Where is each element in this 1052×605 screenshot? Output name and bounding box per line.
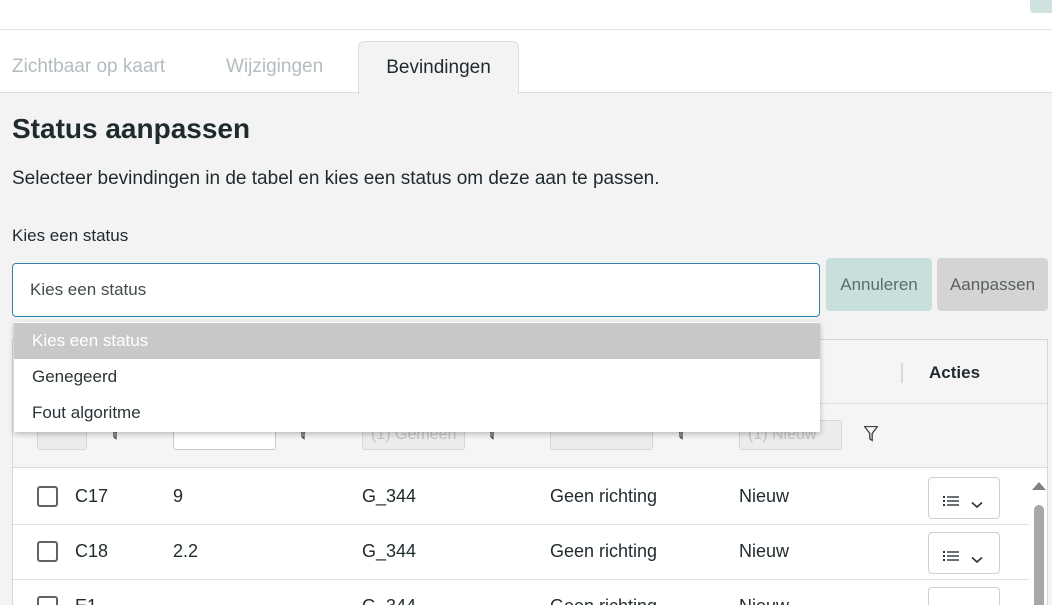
actions-column-header: Acties (929, 363, 981, 382)
tab-bevindingen[interactable]: Bevindingen (358, 41, 519, 94)
scroll-up-arrow-icon[interactable] (1032, 482, 1046, 490)
row-gemeente: G_344 (362, 541, 417, 561)
top-right-button[interactable] (1030, 0, 1052, 13)
table-row[interactable]: E1 G_344 Geen richting Nieuw (13, 580, 1029, 605)
tab-wijzigingen[interactable]: Wijzigingen (214, 41, 335, 93)
row-checkbox[interactable] (37, 541, 58, 562)
table-row[interactable]: C17 9 G_344 Geen richting Nieuw (13, 470, 1029, 525)
status-option[interactable]: Kies een status (14, 323, 820, 359)
row-gemeente: G_344 (362, 596, 416, 605)
list-icon (943, 546, 959, 567)
column-separator (901, 363, 903, 383)
scrollbar-thumb[interactable] (1034, 505, 1044, 605)
funnel-icon[interactable] (864, 426, 878, 442)
row-id: E1 (75, 596, 97, 605)
row-gemeente: G_344 (362, 486, 417, 506)
row-id: C17 (75, 486, 109, 506)
row-actions-button[interactable] (928, 587, 1000, 605)
page-title: Status aanpassen (12, 113, 251, 144)
row-actions-button[interactable] (928, 477, 1000, 519)
chevron-down-icon (971, 493, 983, 514)
row-checkbox[interactable] (37, 486, 58, 507)
status-select[interactable]: Kies een status (12, 263, 820, 317)
table-row[interactable]: C18 2.2 G_344 Geen richting Nieuw (13, 525, 1029, 580)
status-option[interactable]: Fout algoritme (14, 395, 820, 431)
row-richting: Geen richting (550, 486, 658, 506)
row-richting: Geen richting (550, 596, 657, 605)
list-icon (943, 601, 959, 605)
list-icon (943, 491, 959, 512)
top-bar (0, 0, 1052, 30)
table-scrollbar[interactable] (1029, 470, 1049, 605)
chevron-down-icon (971, 548, 983, 569)
row-status: Nieuw (739, 541, 790, 561)
status-option[interactable]: Genegeerd (14, 359, 820, 395)
status-field-label: Kies een status (12, 226, 129, 245)
row-id: C18 (75, 541, 109, 561)
status-dropdown-menu: Kies een status Genegeerd Fout algoritme (14, 322, 820, 432)
row-value: 2.2 (173, 541, 199, 561)
row-checkbox[interactable] (37, 596, 58, 605)
row-status: Nieuw (739, 486, 790, 506)
page-description: Selecteer bevindingen in de tabel en kie… (12, 168, 660, 189)
apply-button[interactable]: Aanpassen (937, 258, 1048, 311)
tab-zichtbaar-op-kaart[interactable]: Zichtbaar op kaart (0, 41, 177, 93)
tab-bar: Zichtbaar op kaart Wijzigingen Bevinding… (0, 30, 1052, 94)
row-value: 9 (173, 486, 184, 506)
row-status: Nieuw (739, 596, 789, 605)
cancel-button[interactable]: Annuleren (826, 258, 932, 311)
row-actions-button[interactable] (928, 532, 1000, 574)
row-richting: Geen richting (550, 541, 658, 561)
